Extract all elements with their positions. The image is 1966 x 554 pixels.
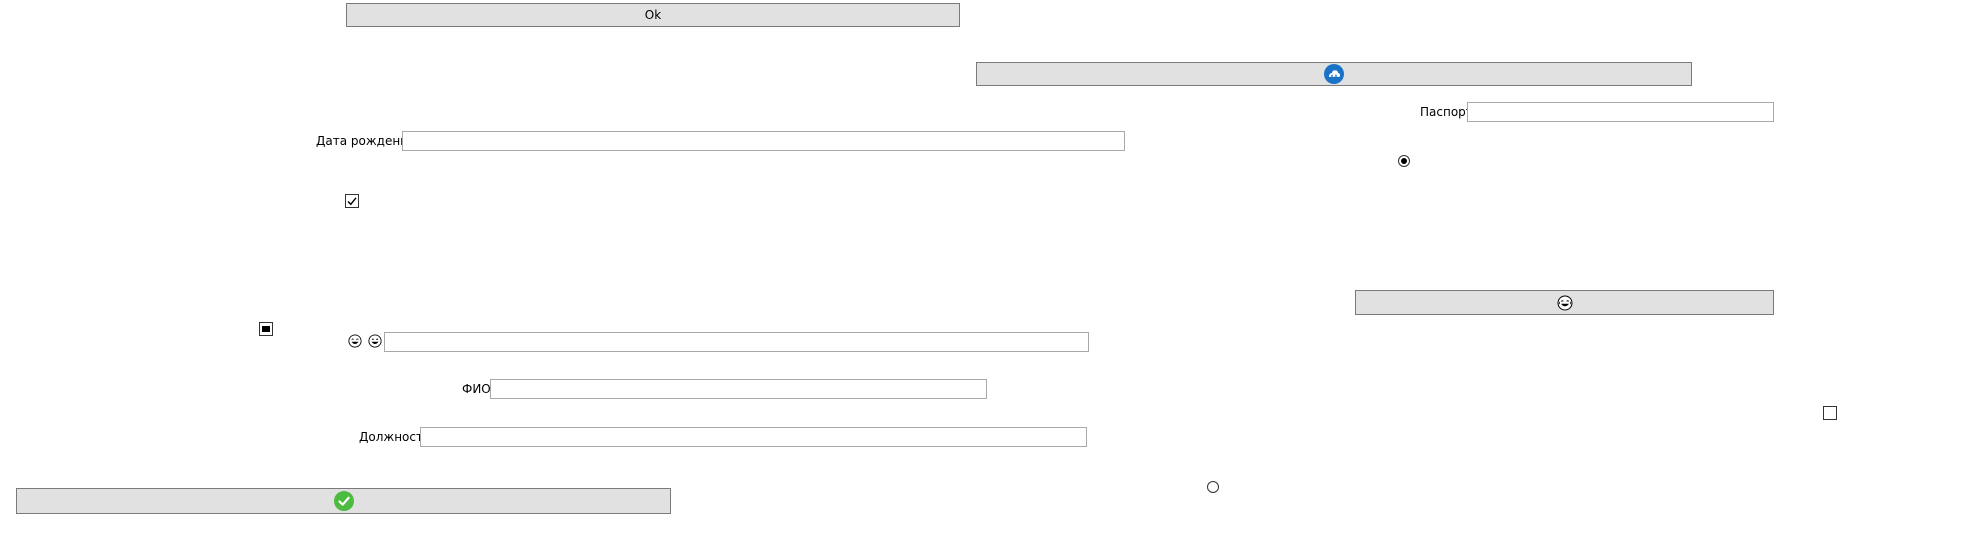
emoji-field[interactable] <box>384 332 1089 352</box>
checkbox-checked[interactable] <box>345 194 359 208</box>
ok-button-label: Ok <box>644 8 662 22</box>
check-circle-icon <box>333 491 354 511</box>
radio-option-selected[interactable] <box>1398 155 1410 167</box>
radio-option-unselected[interactable] <box>1207 481 1219 493</box>
check-mark-icon <box>347 197 357 206</box>
laughing-face-icon <box>1557 295 1573 311</box>
confirm-button[interactable] <box>16 488 671 514</box>
laughing-face-icon <box>348 334 362 348</box>
grinning-face-icon <box>368 334 382 348</box>
cloud-icon <box>1324 64 1344 84</box>
passport-field[interactable] <box>1467 102 1774 122</box>
passport-label: Паспорт <box>1420 105 1473 119</box>
laugh-button[interactable] <box>1355 290 1774 315</box>
fio-field[interactable] <box>490 379 987 399</box>
position-field[interactable] <box>420 427 1087 447</box>
birth-date-field[interactable] <box>402 131 1125 151</box>
radio-dot <box>1401 158 1407 164</box>
checkbox-indeterminate[interactable] <box>259 322 273 336</box>
fio-label: ФИО <box>462 382 491 396</box>
indeterminate-mark <box>262 326 270 332</box>
birth-date-label: Дата рождения <box>316 134 416 148</box>
checkbox-unchecked[interactable] <box>1823 406 1837 420</box>
cloud-button[interactable] <box>976 62 1692 86</box>
ok-button[interactable]: Ok <box>346 3 960 27</box>
